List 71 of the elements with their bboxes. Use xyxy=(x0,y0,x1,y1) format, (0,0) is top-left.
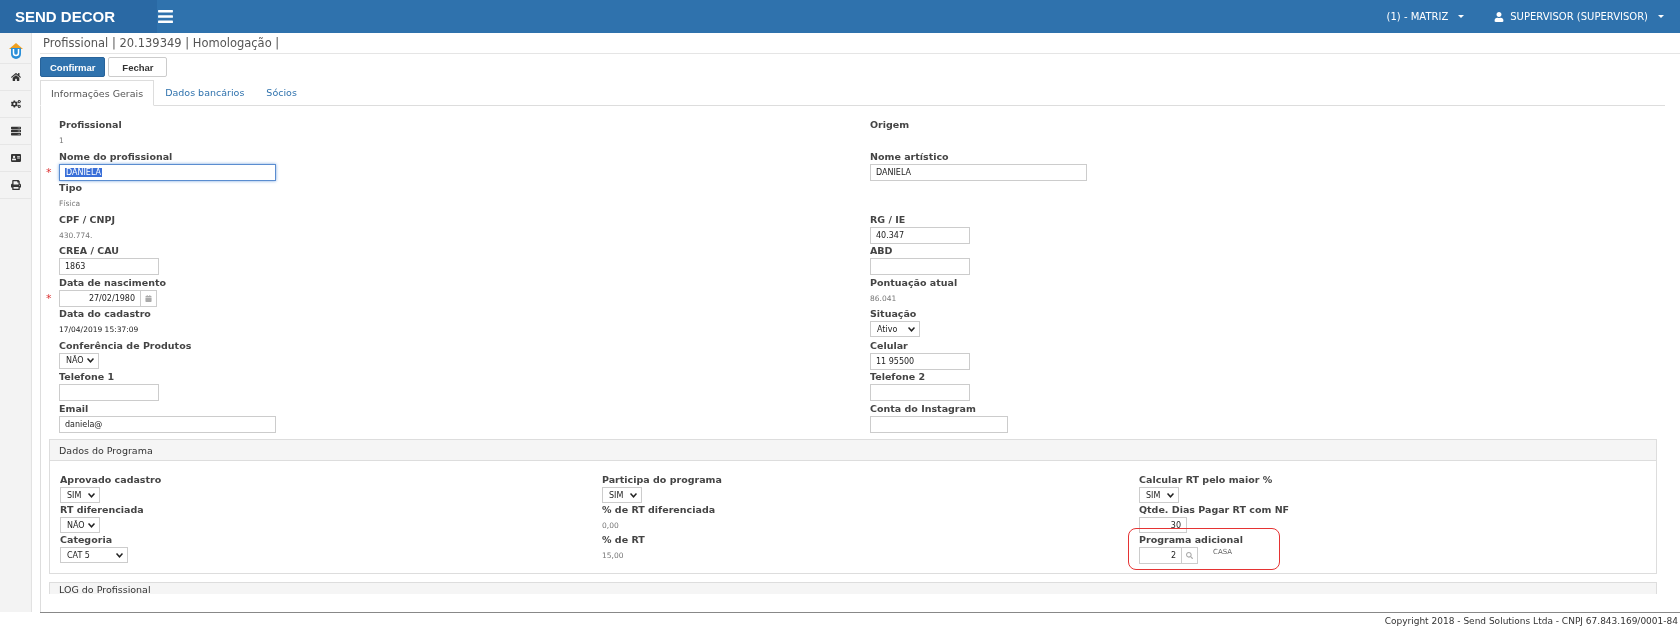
chevron-down-icon xyxy=(88,492,95,498)
input-field[interactable] xyxy=(59,384,159,401)
field-label: Situação xyxy=(870,307,918,321)
field-label: Telefone 1 xyxy=(59,370,116,384)
menu-icon[interactable] xyxy=(157,8,174,25)
input-field[interactable]: 11 95500 xyxy=(870,352,970,370)
field-label: Tipo xyxy=(59,181,84,195)
field-label: Conta do Instagram xyxy=(870,401,977,416)
field-label: Participa do programa xyxy=(602,473,723,487)
input-field[interactable]: daniela@ xyxy=(59,415,276,433)
select-field[interactable]: Ativo xyxy=(870,321,920,337)
field-label: Telefone 2 xyxy=(870,370,927,384)
field-label: Email xyxy=(59,401,90,416)
field-label: % de RT xyxy=(602,533,646,547)
input-field[interactable]: 30 xyxy=(1139,517,1187,533)
field-label: Pontuação atual xyxy=(870,275,959,290)
field-label: Origem xyxy=(870,118,911,132)
field-label: Profissional xyxy=(59,118,123,132)
required-mark: * xyxy=(46,165,52,179)
field-label: Celular xyxy=(870,338,909,353)
field-label: Nome do profissional xyxy=(59,149,174,164)
input-field[interactable] xyxy=(870,258,970,275)
field-label: Conferência de Produtos xyxy=(59,338,193,353)
field-label: CREA / CAU xyxy=(59,244,120,258)
select-field[interactable]: SIM xyxy=(602,487,642,503)
tab[interactable]: Sócios xyxy=(255,80,308,105)
field-label: ABD xyxy=(870,244,894,258)
field-label: Qtde. Dias Pagar RT com NF xyxy=(1139,503,1291,517)
tab[interactable]: Informações Gerais xyxy=(40,80,155,106)
field-label: RT diferenciada xyxy=(60,503,145,517)
breadcrumb: Profissional | 20.139349 | Homologação | xyxy=(40,33,1680,54)
field-label: CPF / CNPJ xyxy=(59,212,116,227)
chevron-down-icon xyxy=(1167,492,1174,498)
select-field[interactable]: NÃO xyxy=(59,352,99,369)
select-field[interactable]: SIM xyxy=(1139,487,1179,503)
input-field[interactable]: 40.347 xyxy=(870,226,970,244)
field-label: Calcular RT pelo maior % xyxy=(1139,473,1274,487)
input-field[interactable] xyxy=(870,384,970,401)
input-field[interactable]: DANIELA xyxy=(59,163,276,181)
select-field[interactable]: SIM xyxy=(60,487,100,503)
required-mark: * xyxy=(46,291,52,305)
select-field[interactable]: NÃO xyxy=(60,517,100,533)
date-field[interactable]: 27/02/1980 xyxy=(59,289,141,307)
chevron-down-icon xyxy=(116,552,123,558)
brand-logo: SEND DECOR xyxy=(0,0,157,33)
field-label: Programa adicional xyxy=(1139,533,1244,547)
confirm-button[interactable]: Confirmar xyxy=(40,57,106,77)
input-field[interactable]: DANIELA xyxy=(870,163,1087,181)
field-label: Nome artístico xyxy=(870,149,950,164)
chevron-down-icon xyxy=(630,492,637,498)
panel-title: Dados do Programa xyxy=(50,440,1656,461)
field-label: % de RT diferenciada xyxy=(602,503,717,517)
input-field[interactable]: 1863 xyxy=(59,258,159,275)
field-label: Data de nascimento xyxy=(59,275,167,290)
input-field[interactable] xyxy=(870,415,1008,433)
tab[interactable]: Dados bancários xyxy=(154,80,256,105)
user-icon xyxy=(1494,11,1505,22)
chevron-down-icon xyxy=(87,358,94,363)
chevron-down-icon xyxy=(88,522,95,528)
field-label: Aprovado cadastro xyxy=(60,473,163,487)
chevron-down-icon xyxy=(908,326,915,332)
branch-menu[interactable]: (1) - MATRIZ xyxy=(1386,11,1465,22)
field-label: Data do cadastro xyxy=(59,307,152,321)
copyright-text: Copyright 2018 - Send Solutions Ltda - CNPJ 67.843.169/0001-84 xyxy=(1383,615,1679,628)
input-field[interactable]: 2 xyxy=(1139,547,1182,564)
field-label: Categoria xyxy=(60,533,114,547)
panel-title: LOG do Profissional xyxy=(49,582,1657,594)
field-label: RG / IE xyxy=(870,212,907,227)
user-menu[interactable]: SUPERVISOR (SUPERVISOR) xyxy=(1494,11,1664,22)
select-field[interactable]: CAT 5 xyxy=(60,547,128,563)
close-button[interactable]: Fechar xyxy=(108,57,168,77)
